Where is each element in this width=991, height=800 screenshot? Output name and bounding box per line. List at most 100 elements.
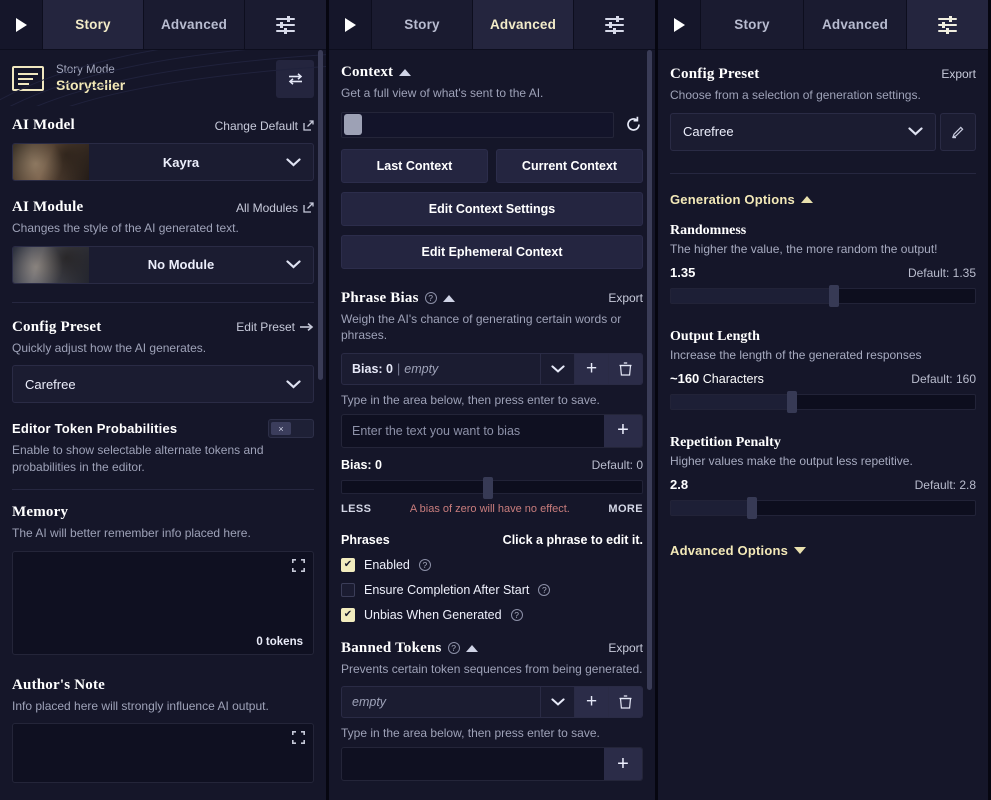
banned-tokens-export-link[interactable]: Export [608, 641, 643, 655]
collapse-sidebar-button[interactable] [658, 0, 700, 49]
expand-icon[interactable] [292, 731, 305, 745]
all-modules-link[interactable]: All Modules [236, 201, 314, 215]
tab-story[interactable]: Story [700, 0, 803, 49]
collapse-sidebar-button[interactable] [0, 0, 42, 49]
repetition-penalty-slider-knob[interactable] [747, 496, 757, 519]
phrase-bias-group-select[interactable]: Bias: 0 | empty + [341, 352, 643, 385]
context-progress-handle[interactable] [344, 114, 362, 136]
scrollbar-panel-1[interactable] [318, 50, 323, 800]
chevron-down-icon[interactable] [540, 687, 574, 718]
edit-context-settings-button[interactable]: Edit Context Settings [341, 191, 643, 226]
tab-story[interactable]: Story [371, 0, 472, 49]
checkbox-ensure-completion-label: Ensure Completion After Start [364, 582, 530, 597]
checkbox-row-unbias[interactable]: ✔ Unbias When Generated ? [341, 607, 643, 622]
context-title: Context [341, 64, 394, 80]
context-progress-bar[interactable] [341, 111, 614, 138]
authors-note-input[interactable] [12, 723, 314, 784]
caret-up-icon[interactable] [465, 644, 478, 652]
banned-tokens-group-select[interactable]: empty + [341, 686, 643, 719]
caret-down-icon[interactable] [794, 546, 807, 554]
bias-slider[interactable] [341, 476, 643, 499]
tab-settings[interactable] [244, 0, 326, 49]
caret-up-icon[interactable] [442, 294, 455, 302]
change-default-link[interactable]: Change Default [215, 119, 314, 133]
ai-module-title: AI Module [12, 199, 84, 215]
trash-icon[interactable] [608, 353, 642, 384]
edit-ephemeral-context-button[interactable]: Edit Ephemeral Context [341, 234, 643, 269]
bias-default-label: Default: 0 [591, 457, 643, 472]
phrase-bias-text-input[interactable]: Enter the text you want to bias + [341, 413, 643, 448]
checkbox-enabled[interactable]: ✔ [341, 557, 355, 572]
banned-tokens-text-input[interactable]: + [341, 747, 643, 782]
chevron-down-icon[interactable] [540, 353, 574, 384]
plus-icon[interactable]: + [574, 353, 608, 384]
caret-up-icon[interactable] [399, 69, 412, 76]
randomness-slider-knob[interactable] [829, 284, 840, 307]
config-preset-select[interactable]: Carefree [12, 365, 314, 404]
question-icon[interactable]: ? [418, 558, 431, 571]
edit-preset-link[interactable]: Edit Preset [236, 320, 314, 334]
context-refresh-button[interactable] [623, 116, 643, 133]
preset-export-link[interactable]: Export [941, 67, 976, 81]
authors-note-title: Author's Note [12, 676, 106, 693]
phrase-bias-section: Phrase Bias ? Export Weigh the AI's chan… [329, 290, 655, 622]
repetition-penalty-slider[interactable] [670, 496, 976, 519]
chevron-down-icon [273, 157, 313, 167]
memory-input[interactable]: 0 tokens [12, 550, 314, 655]
checkbox-unbias[interactable]: ✔ [341, 607, 355, 622]
arrow-right-icon [300, 323, 314, 332]
current-context-button[interactable]: Current Context [496, 148, 643, 183]
output-length-desc: Increase the length of the generated res… [670, 347, 922, 362]
panel-3-scroll[interactable]: Config Preset Export Choose from a selec… [658, 50, 988, 800]
ai-model-select[interactable]: Kayra [12, 143, 314, 181]
advanced-options-toggle[interactable]: Advanced Options [670, 543, 976, 558]
tab-advanced[interactable]: Advanced [472, 0, 573, 49]
expand-icon[interactable] [292, 558, 305, 572]
scrollbar-panel-2[interactable] [647, 50, 652, 800]
last-context-button[interactable]: Last Context [341, 148, 488, 183]
bias-slider-knob[interactable] [483, 476, 493, 499]
preset-select[interactable]: Carefree [670, 112, 936, 151]
repetition-penalty-default: Default: 2.8 [914, 477, 976, 492]
preset-edit-button[interactable] [940, 112, 976, 151]
question-icon[interactable]: ? [424, 292, 437, 305]
tab-story-label: Story [75, 17, 111, 32]
tab-advanced[interactable]: Advanced [803, 0, 906, 49]
plus-icon[interactable]: + [574, 687, 608, 718]
checkbox-row-ensure-completion[interactable]: Ensure Completion After Start ? [341, 582, 643, 597]
option-output-length: Output Length Increase the length of the… [670, 329, 976, 413]
plus-icon[interactable]: + [604, 748, 642, 781]
panel-1-scroll[interactable]: Story Mode Storyteller AI Model Change D… [0, 50, 326, 800]
output-length-slider[interactable] [670, 390, 976, 413]
sliders-icon [604, 15, 624, 34]
tab-advanced[interactable]: Advanced [143, 0, 244, 49]
checkbox-row-enabled[interactable]: ✔ Enabled ? [341, 557, 643, 572]
output-length-slider-knob[interactable] [786, 390, 797, 413]
checkbox-ensure-completion[interactable] [341, 582, 355, 597]
tab-settings[interactable] [573, 0, 655, 49]
ai-module-select[interactable]: No Module [12, 245, 314, 284]
question-icon[interactable]: ? [510, 608, 523, 621]
randomness-slider[interactable] [670, 284, 976, 307]
question-icon[interactable]: ? [538, 583, 551, 596]
phrase-bias-export-link[interactable]: Export [608, 291, 643, 305]
phrase-bias-selected-label: Bias: 0 [352, 361, 393, 376]
collapse-sidebar-button[interactable] [329, 0, 371, 49]
tab-settings[interactable] [906, 0, 988, 49]
question-icon[interactable]: ? [447, 642, 460, 655]
trash-icon[interactable] [608, 687, 642, 718]
story-mode-value: Storyteller [56, 76, 126, 93]
phrase-bias-selected-placeholder: empty [404, 361, 439, 376]
repetition-penalty-value: 2.8 [670, 476, 689, 492]
plus-icon[interactable]: + [604, 414, 642, 447]
tab-story[interactable]: Story [42, 0, 143, 49]
ai-model-value: Kayra [162, 154, 200, 170]
story-mode-banner[interactable]: Story Mode Storyteller [0, 50, 326, 107]
repetition-penalty-title: Repetition Penalty [670, 434, 781, 450]
token-probabilities-toggle[interactable]: × [268, 419, 314, 439]
caret-up-icon[interactable] [800, 195, 813, 203]
option-randomness: Randomness The higher the value, the mor… [670, 223, 976, 307]
panel-2-scroll[interactable]: Context Get a full view of what's sent t… [329, 50, 655, 800]
randomness-value: 1.35 [670, 264, 696, 280]
story-mode-swap-button[interactable] [276, 59, 314, 98]
